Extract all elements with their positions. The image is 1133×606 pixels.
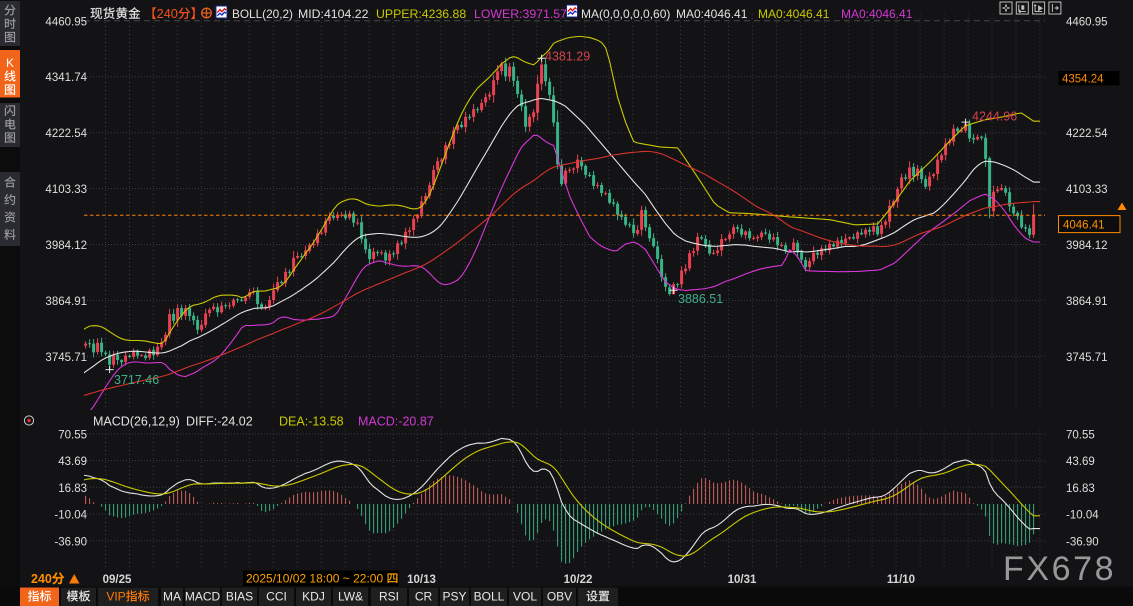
svg-text:图: 图 (4, 131, 16, 145)
svg-text:MACD(26,12,9): MACD(26,12,9) (93, 415, 180, 429)
svg-text:BIAS: BIAS (226, 590, 253, 604)
svg-text:2025/10/02 18:00 ~ 22:00 四: 2025/10/02 18:00 ~ 22:00 四 (246, 572, 398, 586)
svg-text:4460.95: 4460.95 (1066, 16, 1108, 28)
svg-text:合: 合 (4, 176, 16, 190)
svg-text:-10.04: -10.04 (1066, 510, 1099, 522)
svg-text:模板: 模板 (66, 590, 90, 604)
svg-text:70.55: 70.55 (58, 429, 87, 441)
svg-text:3984.12: 3984.12 (45, 240, 87, 252)
svg-text:4341.74: 4341.74 (45, 72, 87, 84)
svg-text:BOLL: BOLL (474, 590, 505, 604)
svg-text:4046.41: 4046.41 (1063, 219, 1105, 231)
svg-text:LW&: LW& (338, 590, 363, 604)
svg-text:FX678: FX678 (1003, 550, 1116, 588)
svg-text:料: 料 (4, 228, 16, 242)
svg-text:-10.04: -10.04 (54, 510, 87, 522)
svg-text:CCI: CCI (266, 590, 287, 604)
svg-text:3745.71: 3745.71 (1066, 352, 1108, 364)
svg-text:4222.54: 4222.54 (45, 128, 87, 140)
svg-text:3984.12: 3984.12 (1066, 240, 1108, 252)
svg-text:3886.51: 3886.51 (678, 292, 723, 306)
svg-text:4244.96: 4244.96 (972, 110, 1017, 124)
svg-text:线: 线 (4, 70, 16, 84)
svg-text:16.83: 16.83 (1066, 483, 1095, 495)
svg-text:4381.29: 4381.29 (545, 50, 590, 64)
svg-text:3864.91: 3864.91 (45, 296, 87, 308)
svg-text:【240分】: 【240分】 (144, 7, 203, 21)
svg-text:K: K (6, 56, 14, 70)
svg-text:OBV: OBV (547, 590, 572, 604)
svg-text:约: 约 (4, 193, 16, 207)
svg-text:DIFF:-24.02: DIFF:-24.02 (186, 415, 253, 429)
svg-text:4103.33: 4103.33 (45, 184, 87, 196)
svg-text:RSI: RSI (379, 590, 399, 604)
svg-text:3745.71: 3745.71 (45, 352, 87, 364)
svg-text:VIP指标: VIP指标 (106, 590, 149, 604)
svg-text:时: 时 (4, 17, 16, 31)
svg-text:MACD: MACD (185, 590, 221, 604)
svg-text:16.83: 16.83 (58, 483, 87, 495)
svg-text:-36.90: -36.90 (54, 536, 87, 548)
svg-text:资: 资 (4, 211, 16, 225)
svg-text:MA0:4046.41: MA0:4046.41 (758, 7, 830, 21)
svg-text:MA0:4046.41: MA0:4046.41 (676, 7, 748, 21)
svg-text:UPPER:4236.88: UPPER:4236.88 (376, 7, 466, 21)
svg-text:-36.90: -36.90 (1066, 536, 1099, 548)
svg-text:10/31: 10/31 (728, 574, 757, 586)
svg-text:4460.95: 4460.95 (45, 16, 87, 28)
svg-text:43.69: 43.69 (58, 456, 87, 468)
svg-text:4103.33: 4103.33 (1066, 184, 1108, 196)
svg-text:MA(0,0,0,0,0,60): MA(0,0,0,0,0,60) (581, 7, 670, 21)
svg-text:DEA:-13.58: DEA:-13.58 (279, 415, 344, 429)
svg-text:MACD:-20.87: MACD:-20.87 (358, 415, 434, 429)
svg-text:KDJ: KDJ (302, 590, 325, 604)
svg-text:MA0:4046.41: MA0:4046.41 (841, 7, 913, 21)
svg-text:10/22: 10/22 (564, 574, 593, 586)
svg-text:CR: CR (415, 590, 433, 604)
svg-text:3864.91: 3864.91 (1066, 296, 1108, 308)
svg-text:240分: 240分 (31, 572, 65, 586)
svg-text:图: 图 (4, 31, 16, 45)
svg-text:PSY: PSY (442, 590, 466, 604)
svg-text:70.55: 70.55 (1066, 429, 1095, 441)
svg-text:设置: 设置 (586, 590, 610, 604)
svg-text:3717.46: 3717.46 (114, 373, 159, 387)
svg-text:电: 电 (4, 118, 16, 132)
svg-text:09/25: 09/25 (103, 574, 132, 586)
svg-text:闪: 闪 (4, 104, 16, 118)
svg-text:LOWER:3971.57: LOWER:3971.57 (474, 7, 567, 21)
svg-text:MID:4104.22: MID:4104.22 (298, 7, 369, 21)
svg-text:43.69: 43.69 (1066, 456, 1095, 468)
svg-text:VOL: VOL (513, 590, 537, 604)
svg-text:11/10: 11/10 (887, 574, 915, 586)
svg-text:现货黄金: 现货黄金 (90, 7, 141, 21)
svg-text:指标: 指标 (27, 590, 51, 604)
svg-text:4354.24: 4354.24 (1062, 74, 1104, 86)
svg-text:4222.54: 4222.54 (1066, 128, 1108, 140)
svg-text:BOLL(20,2): BOLL(20,2) (232, 7, 293, 21)
svg-text:图: 图 (4, 83, 16, 97)
svg-text:MA: MA (163, 590, 181, 604)
svg-text:10/13: 10/13 (407, 574, 436, 586)
svg-text:分: 分 (4, 4, 16, 18)
